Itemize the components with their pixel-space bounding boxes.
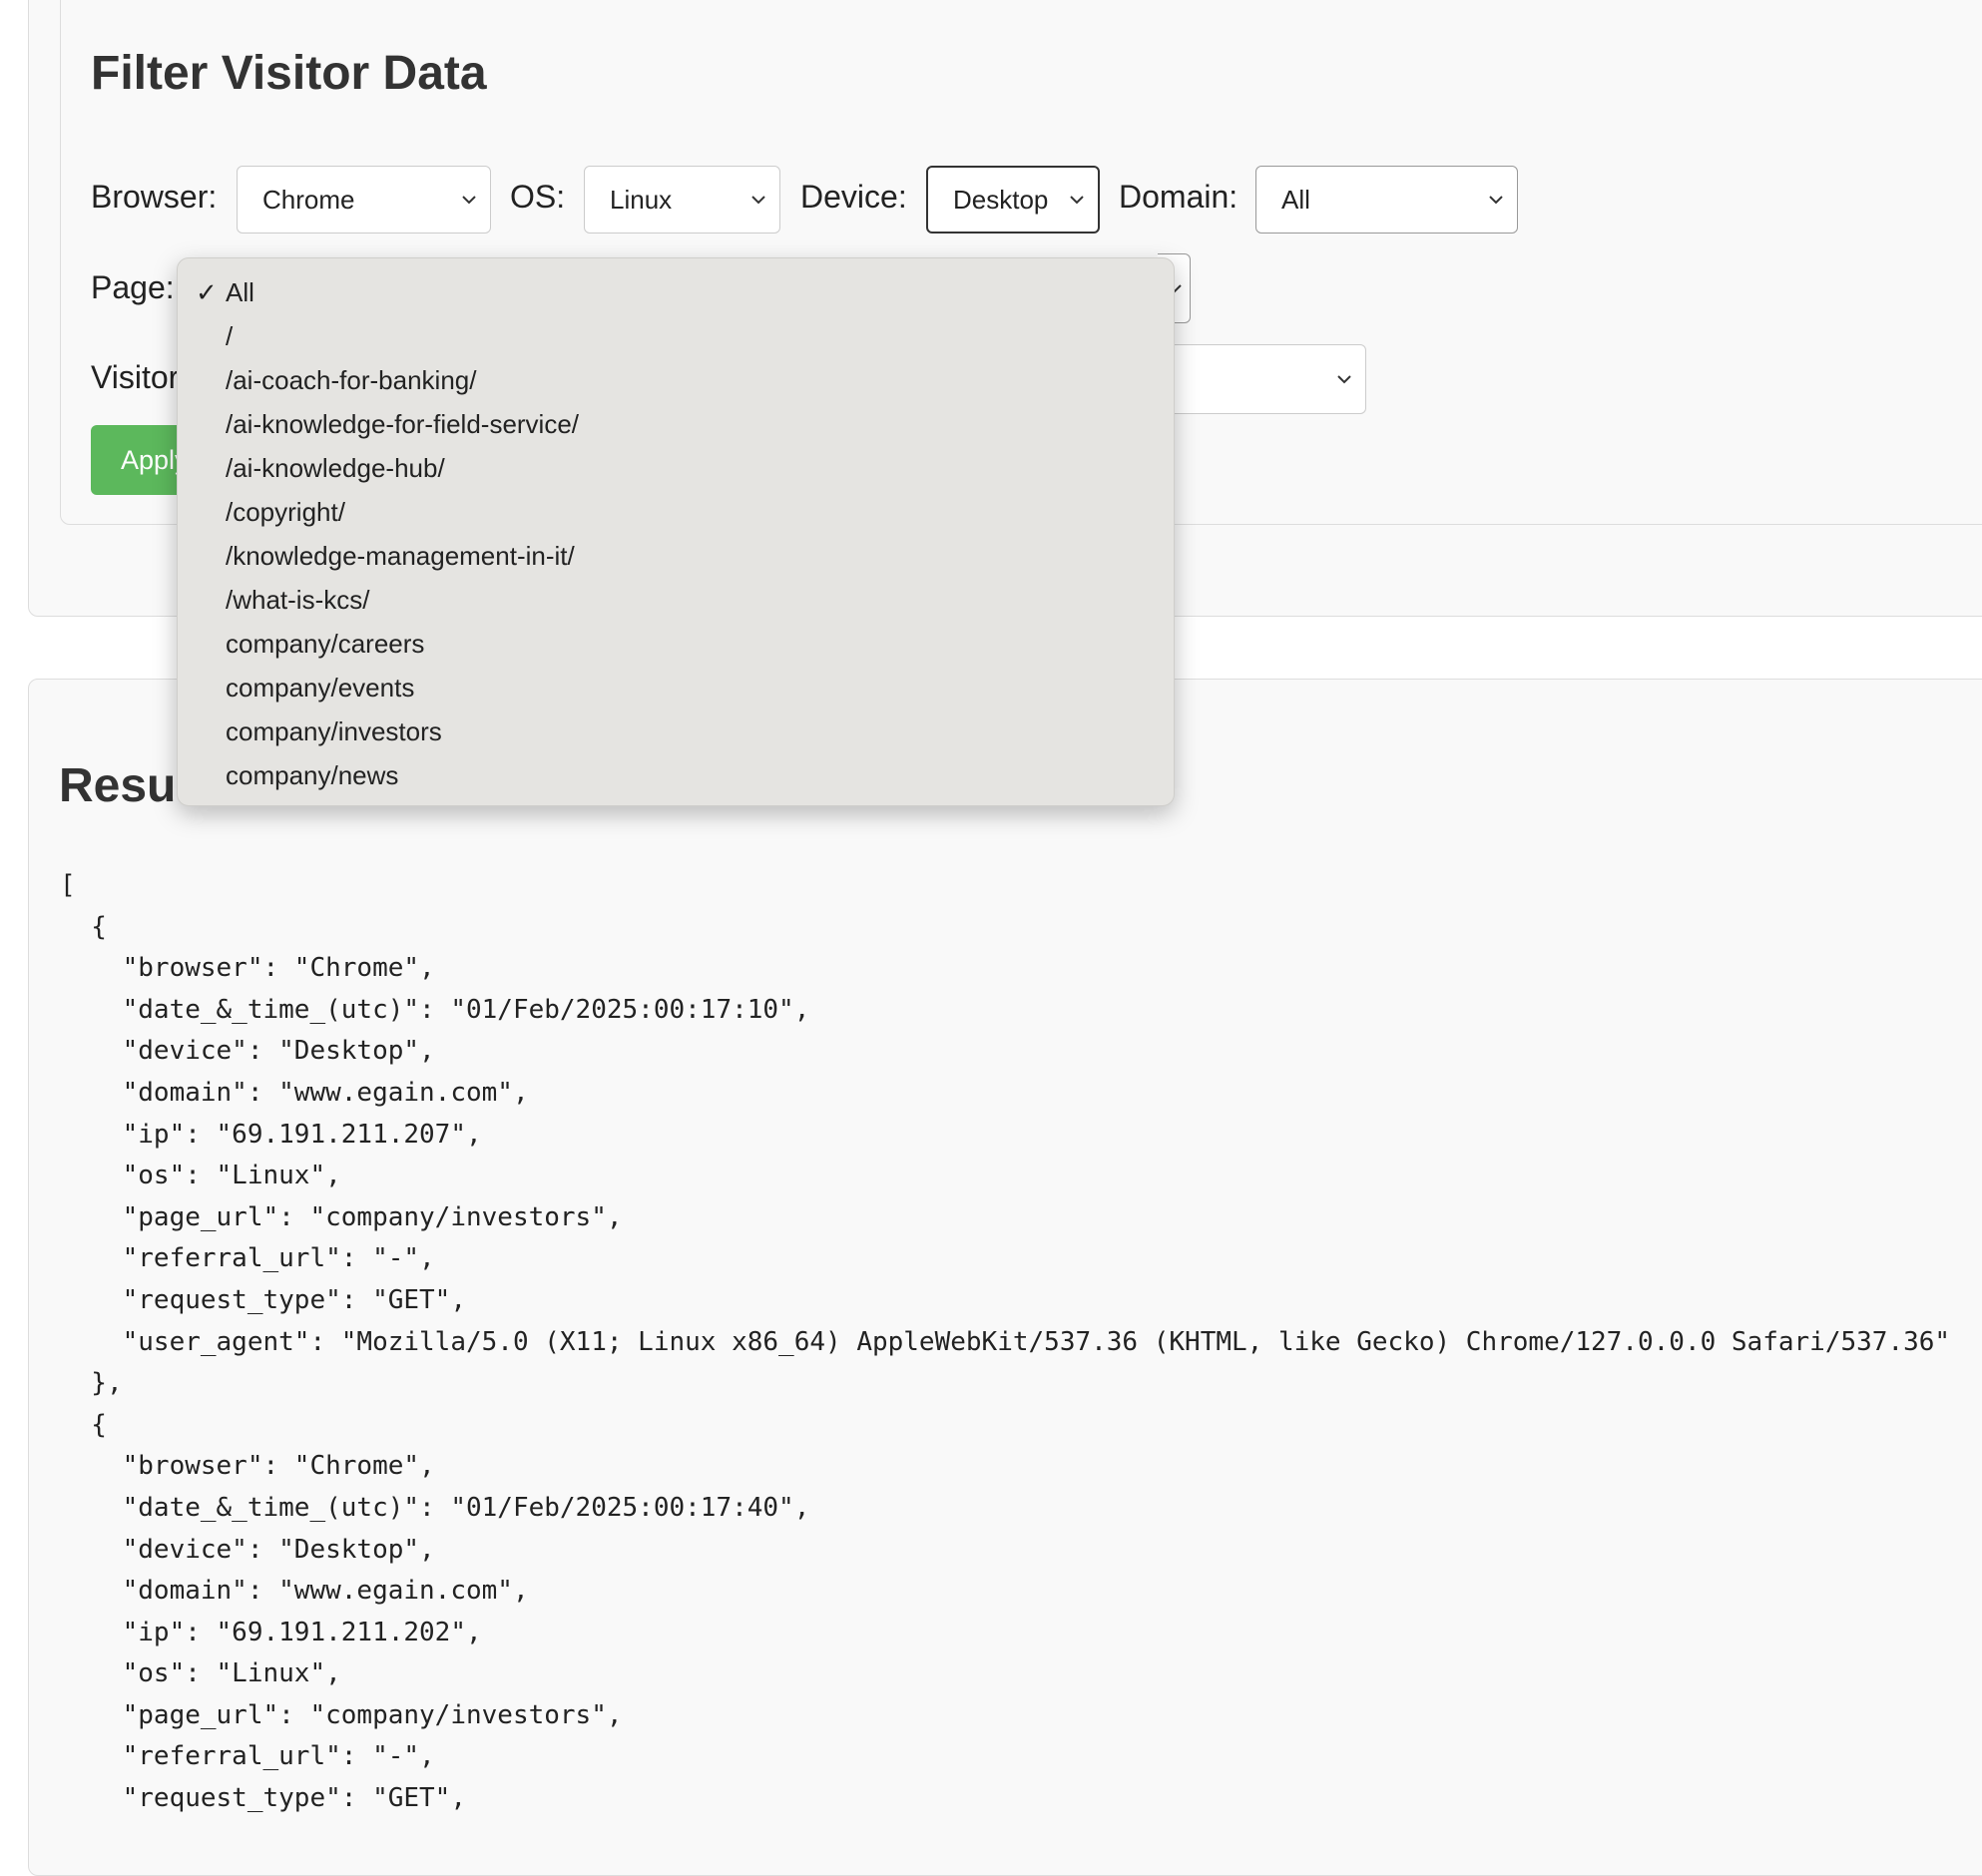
browser-label: Browser: [91,179,218,215]
os-select[interactable]: Linux [584,166,780,234]
page-option-label: /copyright/ [226,497,345,527]
os-select-value: Linux [610,184,673,215]
results-line: "referral_url": "-", [60,1243,435,1274]
page-option-label: /knowledge-management-in-it/ [226,541,575,571]
domain-select-value: All [1281,184,1310,215]
page-option[interactable]: /ai-knowledge-for-field-service/ [178,402,1174,446]
page-option-label: company/events [226,673,415,703]
page-option[interactable]: / [178,314,1174,358]
domain-select[interactable]: All [1255,166,1518,234]
results-line: "page_url": "company/investors", [60,1699,623,1730]
results-json: [ { "browser": "Chrome", "date_&_time_(u… [60,865,1950,1820]
page-option[interactable]: company/events [178,666,1174,709]
results-line: "date_&_time_(utc)": "01/Feb/2025:00:17:… [60,994,810,1025]
chevron-down-icon [751,196,765,205]
page-option-label: All [226,277,254,307]
page-option[interactable]: /knowledge-management-in-it/ [178,534,1174,578]
page-option[interactable]: /ai-coach-for-banking/ [178,358,1174,402]
results-line: "request_type": "GET", [60,1783,466,1814]
filter-title: Filter Visitor Data [91,47,487,100]
results-title: Resu [59,759,177,812]
results-line: "domain": "www.egain.com", [60,1576,529,1607]
page-option[interactable]: /ai-knowledge-hub/ [178,446,1174,490]
checkmark-icon: ✓ [196,277,218,307]
page-option[interactable]: company/news [178,753,1174,797]
results-line: [ [60,870,76,900]
chevron-down-icon [1337,375,1351,384]
page-option[interactable]: company/investors [178,709,1174,753]
device-label: Device: [800,179,907,215]
browser-select-value: Chrome [262,184,355,215]
page-option-label: company/news [226,760,399,790]
page-option-label: /ai-knowledge-hub/ [226,453,445,483]
results-line: "browser": "Chrome", [60,953,435,984]
chevron-down-icon [1489,196,1503,205]
results-line: "os": "Linux", [60,1658,341,1689]
page-option-label: /what-is-kcs/ [226,585,370,615]
results-line: "device": "Desktop", [60,1036,435,1067]
page-option-all[interactable]: ✓ All [178,270,1174,314]
device-select[interactable]: Desktop [926,166,1100,234]
results-line: "request_type": "GET", [60,1284,466,1315]
domain-label: Domain: [1119,179,1239,215]
visitor-select[interactable] [1158,344,1366,414]
results-line: "ip": "69.191.211.207", [60,1119,482,1150]
chevron-down-icon [462,196,476,205]
results-line: "browser": "Chrome", [60,1451,435,1482]
results-line: "date_&_time_(utc)": "01/Feb/2025:00:17:… [60,1492,810,1523]
page-label: Page: [91,269,175,305]
results-line: }, [60,1368,123,1399]
results-line: "ip": "69.191.211.202", [60,1617,482,1647]
results-line: "domain": "www.egain.com", [60,1077,529,1108]
page-option-label: company/careers [226,629,425,659]
page-option-label: / [226,321,234,351]
device-select-value: Desktop [953,184,1049,215]
page-dropdown-menu[interactable]: ✓ All / /ai-coach-for-banking/ /ai-knowl… [177,257,1175,806]
results-line: { [60,1409,107,1440]
results-line: { [60,911,107,942]
visitor-label: Visitor [91,359,180,395]
page-option-label: /ai-knowledge-for-field-service/ [226,409,580,439]
page-option[interactable]: /copyright/ [178,490,1174,534]
results-line: "os": "Linux", [60,1161,341,1191]
page-option[interactable]: company/careers [178,622,1174,666]
page-option[interactable]: /what-is-kcs/ [178,578,1174,622]
page-option-label: company/investors [226,716,442,746]
results-line: "device": "Desktop", [60,1534,435,1565]
page-option-label: /ai-coach-for-banking/ [226,365,477,395]
results-line: "page_url": "company/investors", [60,1201,623,1232]
results-line: "referral_url": "-", [60,1741,435,1772]
results-line: "user_agent": "Mozilla/5.0 (X11; Linux x… [60,1326,1951,1357]
browser-select[interactable]: Chrome [237,166,491,234]
chevron-down-icon [1070,196,1084,205]
os-label: OS: [510,179,566,215]
